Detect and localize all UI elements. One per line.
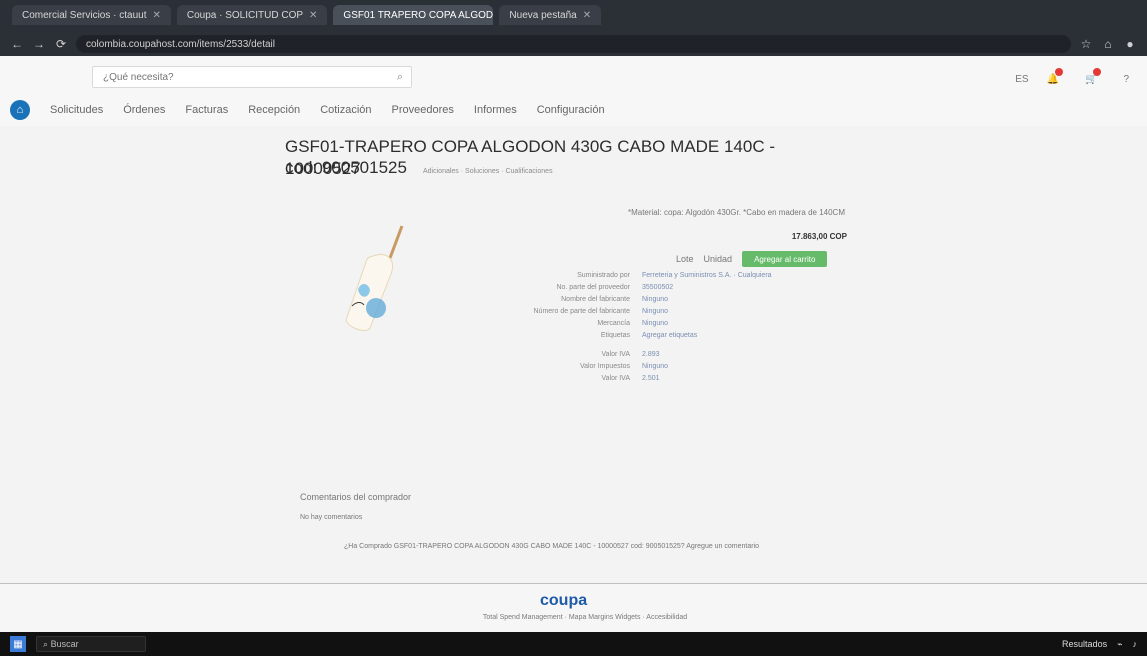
detail-row: Valor IVA 2.893 xyxy=(520,350,840,359)
detail-row: Valor Impuestos Ninguno xyxy=(520,362,840,371)
detail-key: Mercancía xyxy=(597,320,630,327)
back-icon[interactable]: ← xyxy=(10,37,24,51)
comments-prompt[interactable]: ¿Ha Comprado GSF01-TRAPERO COPA ALGODON … xyxy=(344,543,759,550)
product-code-small: Adicionales · Soluciones · Cualificacion… xyxy=(423,168,553,175)
browser-chrome: Comercial Servicios · ctauut ✕ Coupa · SO… xyxy=(0,0,1147,56)
detail-value: Ninguno xyxy=(642,363,669,370)
detail-value: 2.501 xyxy=(642,375,660,382)
taskbar-search-label: Buscar xyxy=(50,639,79,649)
nav-recepcion[interactable]: Recepción xyxy=(248,104,300,116)
help-icon[interactable]: ? xyxy=(1123,74,1129,85)
address-text: colombia.coupahost.com/items/2533/detail xyxy=(86,38,275,50)
search-box[interactable]: ⌕ xyxy=(92,66,412,88)
footer-brand: coupa xyxy=(540,592,588,609)
browser-urlbar: ← → ⟳ colombia.coupahost.com/items/2533/… xyxy=(0,32,1147,56)
nav-ordenes[interactable]: Órdenes xyxy=(123,104,165,116)
footer: coupa Total Spend Management · Mapa Marg… xyxy=(0,584,1147,632)
tab-1-label: Comercial Servicios · ctauut xyxy=(22,9,147,21)
detail-row: Valor IVA 2.501 xyxy=(520,374,840,383)
windows-start-icon[interactable]: ▦ xyxy=(10,636,26,652)
tab-4[interactable]: Nueva pestaña ✕ xyxy=(499,5,602,25)
comments-empty: No hay comentarios xyxy=(300,514,363,521)
cart-badge xyxy=(1093,68,1102,76)
tab-2[interactable]: Coupa · SOLICITUD COP ✕ xyxy=(176,5,328,25)
detail-row: No. parte del proveedor 35500502 xyxy=(520,283,840,292)
search-input[interactable] xyxy=(101,70,385,84)
tab-3-label: GSF01 TRAPERO COPA ALGOD xyxy=(343,9,494,21)
qty-unit[interactable]: Unidad xyxy=(704,254,733,264)
product-image xyxy=(345,225,404,331)
main-nav: ⌂ Solicitudes Órdenes Facturas Recepción… xyxy=(10,100,605,120)
product-code: cod: 900501525 xyxy=(285,158,407,177)
detail-value[interactable]: Ninguno xyxy=(642,319,840,328)
search-icon: ⌕ xyxy=(43,638,49,649)
detail-row: Etiquetas Agregar etiquetas xyxy=(520,331,840,340)
comments-title: Comentarios del comprador xyxy=(300,492,412,502)
add-to-cart-label: Agregar al carrito xyxy=(754,254,816,264)
detail-value: 35500502 xyxy=(642,284,674,291)
taskbar: ▦ ⌕ Buscar Resultados ⌁ ♪ xyxy=(0,632,1147,656)
address-bar[interactable]: colombia.coupahost.com/items/2533/detail xyxy=(76,35,1071,53)
qty-lote[interactable]: Lote xyxy=(676,254,694,264)
tray-item[interactable]: Resultados xyxy=(1062,639,1107,649)
language-selector[interactable]: ES xyxy=(1015,74,1028,85)
forward-icon[interactable]: → xyxy=(32,37,46,51)
nav-configuracion[interactable]: Configuración xyxy=(537,104,605,116)
detail-value: Ninguno xyxy=(642,308,669,315)
tags-link[interactable]: Agregar etiquetas xyxy=(642,331,840,340)
detail-key: Etiquetas xyxy=(600,332,630,339)
detail-key: No. parte del proveedor xyxy=(556,284,630,291)
star-icon[interactable]: ☆ xyxy=(1079,37,1093,51)
home-icon[interactable]: ⌂ xyxy=(10,100,30,120)
product-price: 17.863,00 COP xyxy=(791,232,847,241)
detail-value[interactable]: Ferreteria y Suministros S.A. · Cualquie… xyxy=(642,271,840,280)
footer-links[interactable]: Total Spend Management · Mapa Margins Wi… xyxy=(450,614,720,621)
close-icon[interactable]: ✕ xyxy=(309,10,317,21)
close-icon[interactable]: ✕ xyxy=(583,10,591,21)
profile-icon[interactable]: ● xyxy=(1123,37,1137,51)
search-icon[interactable]: ⌕ xyxy=(397,71,403,84)
detail-value: 2.893 xyxy=(642,351,660,358)
notifications-icon[interactable]: 🔔 xyxy=(1047,68,1067,85)
detail-row: Suministrado por Ferreteria y Suministros… xyxy=(520,271,840,280)
tab-4-label: Nueva pestaña xyxy=(509,9,577,21)
close-icon[interactable]: ✕ xyxy=(152,10,160,21)
nav-solicitudes[interactable]: Solicitudes xyxy=(50,104,103,116)
nav-facturas[interactable]: Facturas xyxy=(185,104,228,116)
detail-row: Mercancía Ninguno xyxy=(520,319,840,328)
nav-cotizacion[interactable]: Cotización xyxy=(320,104,371,116)
detail-key: Número de parte del fabricante xyxy=(533,308,631,315)
detail-row: Nombre del fabricante Ninguno xyxy=(520,295,840,304)
detail-key: Nombre del fabricante xyxy=(561,296,630,303)
detail-key: Valor Impuestos xyxy=(579,363,630,370)
wifi-icon[interactable]: ⌁ xyxy=(1117,639,1122,650)
quantity-row: Lote Unidad Agregar al carrito xyxy=(676,251,828,267)
detail-row: Número de parte del fabricante Ninguno xyxy=(520,307,840,316)
taskbar-tray: Resultados ⌁ ♪ xyxy=(1062,639,1137,650)
detail-key: Valor IVA xyxy=(601,375,630,382)
product-description: *Material: copa: Algodón 430Gr. *Cabo en… xyxy=(627,208,845,217)
app-header: ⌕ ES 🔔 🛒 ? ⌂ Solicitudes Órdenes Factura… xyxy=(0,56,1147,127)
taskbar-search[interactable]: ⌕ Buscar xyxy=(36,636,146,652)
volume-icon[interactable]: ♪ xyxy=(1133,639,1138,649)
nav-informes[interactable]: Informes xyxy=(474,104,517,116)
detail-key: Valor IVA xyxy=(601,351,630,358)
detail-value: Ninguno xyxy=(642,296,669,303)
browser-tabbar: Comercial Servicios · ctauut ✕ Coupa · SO… xyxy=(0,0,1147,30)
tab-3[interactable]: GSF01 TRAPERO COPA ALGOD✕ xyxy=(333,5,494,25)
cart-icon[interactable]: 🛒 xyxy=(1085,68,1105,85)
tab-1[interactable]: Comercial Servicios · ctauut ✕ xyxy=(12,5,171,25)
notification-badge xyxy=(1054,68,1063,76)
detail-key: Suministrado por xyxy=(577,272,630,279)
header-actions: ES 🔔 🛒 ? xyxy=(1015,68,1129,85)
nav-proveedores[interactable]: Proveedores xyxy=(392,104,454,116)
extensions-icon[interactable]: ⌂ xyxy=(1101,37,1115,51)
tab-2-label: Coupa · SOLICITUD COP xyxy=(186,9,304,21)
add-to-cart-button[interactable]: Agregar al carrito xyxy=(742,251,828,267)
product-details: Suministrado por Ferreteria y Suministros… xyxy=(520,268,840,386)
reload-icon[interactable]: ⟳ xyxy=(54,37,68,51)
product-detail: GSF01-TRAPERO COPA ALGODON 430G CABO MAD… xyxy=(0,126,1147,584)
